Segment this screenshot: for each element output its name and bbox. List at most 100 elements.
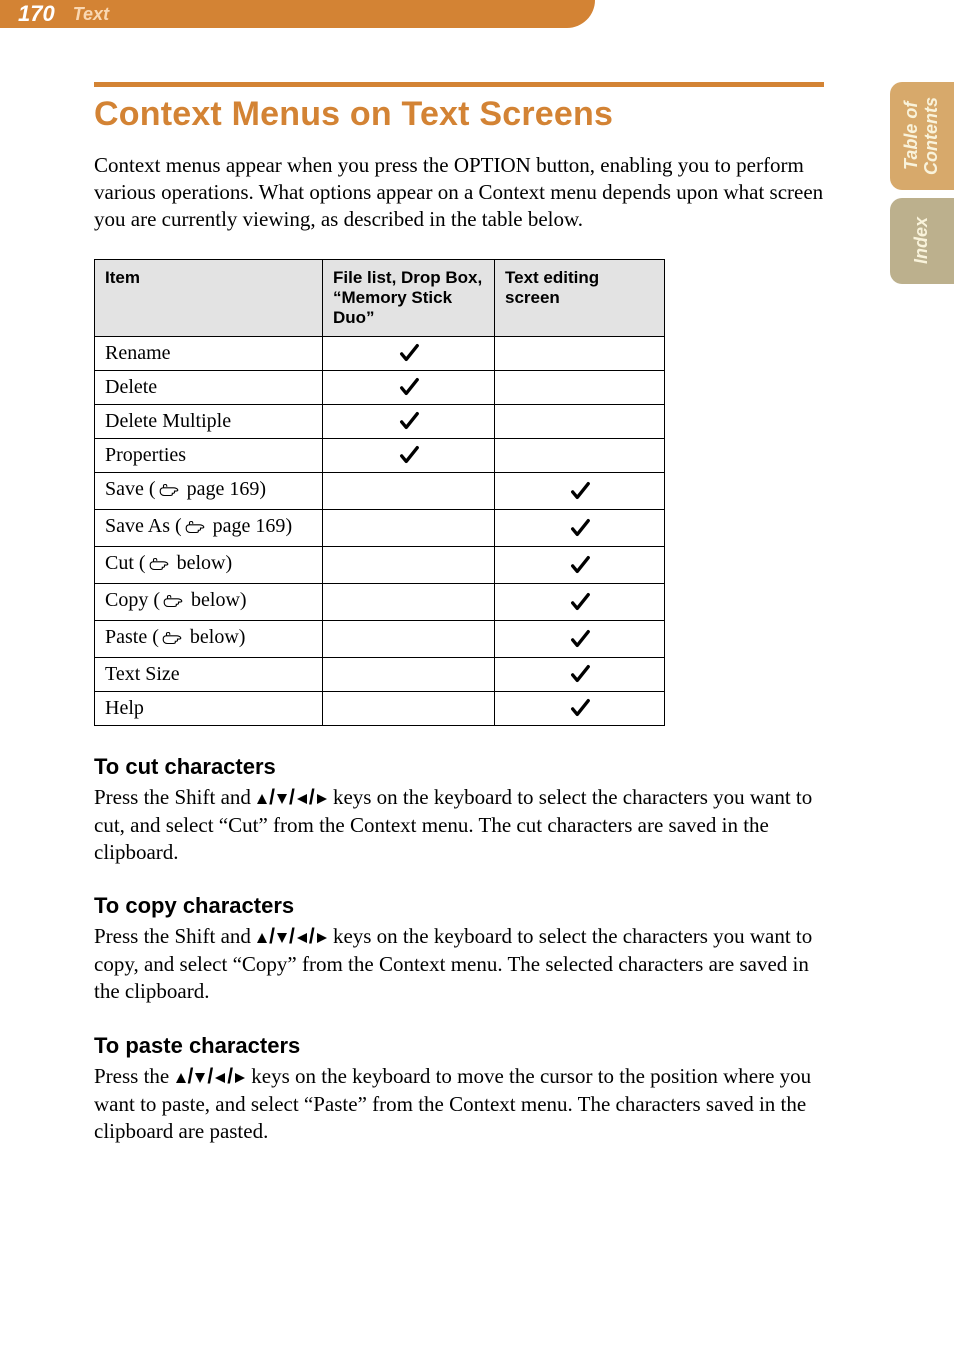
section-prefix: Press the Shift and	[94, 785, 256, 809]
item-ref: page 169	[213, 515, 286, 537]
pointing-hand-icon	[184, 518, 206, 541]
table-row: Save ( page 169)	[95, 472, 665, 509]
page-title: Context Menus on Text Screens	[94, 95, 824, 134]
table-row: Text Size	[95, 657, 665, 691]
file-list-cell	[323, 583, 495, 620]
section-prefix: Press the	[94, 1064, 175, 1088]
item-cell: Text Size	[95, 657, 323, 691]
table-header-row: Item File list, Drop Box, “Memory Stick …	[95, 259, 665, 336]
item-label: Save As	[105, 515, 170, 537]
check-icon	[495, 480, 664, 502]
file-list-cell	[323, 438, 495, 472]
pointing-hand-icon	[161, 629, 183, 652]
th-text-editing: Text editing screen	[495, 259, 665, 336]
table-row: Properties	[95, 438, 665, 472]
section-body: Press the Shift and /// keys on the keyb…	[94, 923, 824, 1005]
context-menu-table: Item File list, Drop Box, “Memory Stick …	[94, 259, 665, 726]
item-cell: Save ( page 169)	[95, 472, 323, 509]
text-editing-cell	[495, 438, 665, 472]
check-icon	[323, 342, 494, 364]
section-heading: To copy characters	[94, 893, 824, 919]
th-file-list: File list, Drop Box, “Memory Stick Duo”	[323, 259, 495, 336]
item-cell: Delete	[95, 370, 323, 404]
content-area: Context Menus on Text Screens Context me…	[94, 82, 824, 1145]
arrow-keys-icon: ///	[256, 785, 328, 812]
text-editing-cell	[495, 472, 665, 509]
text-editing-cell	[495, 509, 665, 546]
item-label: Save	[105, 478, 144, 500]
item-cell: Delete Multiple	[95, 404, 323, 438]
file-list-cell	[323, 546, 495, 583]
page-number: 170	[18, 1, 55, 27]
item-label: Paste	[105, 626, 147, 648]
page-root: { "header": { "page_number": "170", "sec…	[0, 0, 954, 1370]
pointing-hand-icon	[148, 555, 170, 578]
file-list-cell	[323, 336, 495, 370]
check-icon	[495, 663, 664, 685]
check-icon	[495, 628, 664, 650]
text-editing-cell	[495, 657, 665, 691]
item-ref: page 169	[187, 478, 260, 500]
item-label: Cut	[105, 552, 134, 574]
header-strip-curve	[555, 0, 595, 28]
table-row: Delete Multiple	[95, 404, 665, 438]
file-list-cell	[323, 472, 495, 509]
page-header-strip: 170 Text	[0, 0, 560, 28]
file-list-cell	[323, 404, 495, 438]
item-cell: Cut ( below)	[95, 546, 323, 583]
tab-index-label: Index	[912, 217, 932, 264]
check-icon	[495, 554, 664, 576]
text-editing-cell	[495, 620, 665, 657]
text-editing-cell	[495, 583, 665, 620]
tab-index[interactable]: Index	[890, 198, 954, 284]
header-section-label: Text	[73, 4, 109, 25]
table-row: Save As ( page 169)	[95, 509, 665, 546]
arrow-keys-icon: ///	[175, 1064, 247, 1091]
item-ref: below	[191, 589, 240, 611]
item-cell: Help	[95, 691, 323, 725]
table-row: Help	[95, 691, 665, 725]
tab-toc-label: Table of Contents	[902, 97, 942, 175]
file-list-cell	[323, 370, 495, 404]
file-list-cell	[323, 620, 495, 657]
th-item: Item	[95, 259, 323, 336]
text-editing-cell	[495, 546, 665, 583]
section-heading: To cut characters	[94, 754, 824, 780]
table-row: Rename	[95, 336, 665, 370]
check-icon	[323, 376, 494, 398]
item-ref: below	[177, 552, 226, 574]
table-row: Cut ( below)	[95, 546, 665, 583]
table-row: Paste ( below)	[95, 620, 665, 657]
text-editing-cell	[495, 370, 665, 404]
item-cell: Save As ( page 169)	[95, 509, 323, 546]
check-icon	[495, 697, 664, 719]
check-icon	[495, 517, 664, 539]
pointing-hand-icon	[162, 592, 184, 615]
pointing-hand-icon	[158, 481, 180, 504]
file-list-cell	[323, 509, 495, 546]
text-editing-cell	[495, 404, 665, 438]
intro-paragraph: Context menus appear when you press the …	[94, 152, 824, 233]
arrow-keys-icon: ///	[256, 924, 328, 951]
item-cell: Properties	[95, 438, 323, 472]
section-heading: To paste characters	[94, 1033, 824, 1059]
section-prefix: Press the Shift and	[94, 924, 256, 948]
tab-table-of-contents[interactable]: Table of Contents	[890, 82, 954, 190]
item-cell: Copy ( below)	[95, 583, 323, 620]
item-cell: Paste ( below)	[95, 620, 323, 657]
section-body: Press the /// keys on the keyboard to mo…	[94, 1063, 824, 1145]
check-icon	[323, 410, 494, 432]
item-cell: Rename	[95, 336, 323, 370]
check-icon	[323, 444, 494, 466]
table-row: Delete	[95, 370, 665, 404]
item-ref: below	[190, 626, 239, 648]
file-list-cell	[323, 691, 495, 725]
item-label: Copy	[105, 589, 148, 611]
table-row: Copy ( below)	[95, 583, 665, 620]
text-editing-cell	[495, 336, 665, 370]
check-icon	[495, 591, 664, 613]
file-list-cell	[323, 657, 495, 691]
title-rule	[94, 82, 824, 87]
text-editing-cell	[495, 691, 665, 725]
section-body: Press the Shift and /// keys on the keyb…	[94, 784, 824, 866]
